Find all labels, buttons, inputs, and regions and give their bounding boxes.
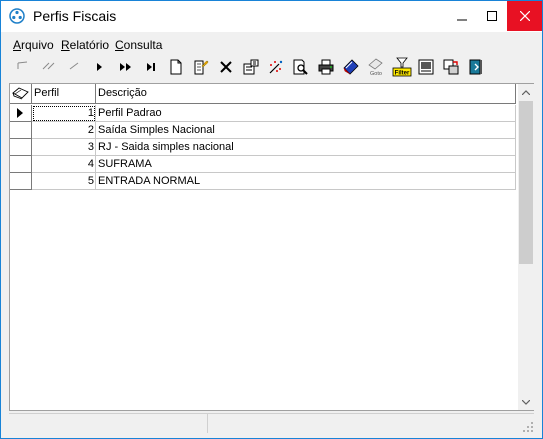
column-header-perfil[interactable]: Perfil xyxy=(32,84,96,103)
find-button[interactable] xyxy=(291,57,311,77)
properties-button[interactable] xyxy=(241,57,261,77)
current-row-arrow-icon xyxy=(17,108,23,118)
cell-perfil[interactable]: 3 xyxy=(32,139,96,156)
blue-book-icon xyxy=(343,59,359,75)
delete-x-icon xyxy=(220,61,232,73)
cell-perfil[interactable]: 2 xyxy=(32,122,96,139)
row-indicator[interactable] xyxy=(10,173,32,190)
title-bar[interactable]: Perfis Fiscais xyxy=(1,1,542,32)
goto-button[interactable]: Goto xyxy=(365,57,387,77)
menu-arquivo[interactable]: Arquivo xyxy=(13,38,54,52)
magnifier-document-icon xyxy=(293,59,308,75)
grid-header: Perfil Descrição xyxy=(10,84,516,104)
status-panel-1 xyxy=(9,413,208,433)
exit-button[interactable] xyxy=(466,57,486,77)
row-indicator[interactable] xyxy=(10,139,32,156)
blue-tag-button[interactable] xyxy=(341,57,361,77)
column-header-descricao[interactable]: Descrição xyxy=(96,84,516,103)
export-icon xyxy=(443,59,459,75)
minimize-icon xyxy=(457,19,467,21)
cell-descricao[interactable]: Saída Simples Nacional xyxy=(96,122,516,139)
cell-perfil[interactable]: 5 xyxy=(32,173,96,190)
row-indicator[interactable] xyxy=(10,105,32,122)
printer-icon xyxy=(318,59,334,75)
table-row[interactable]: 5 ENTRADA NORMAL xyxy=(10,173,516,190)
report-view-button[interactable] xyxy=(416,57,436,77)
next-record-icon xyxy=(97,63,102,71)
status-panel-2 xyxy=(208,413,534,433)
chevron-up-icon xyxy=(522,89,530,95)
menu-bar: Arquivo Relatório Consulta xyxy=(1,32,542,54)
cell-perfil[interactable]: 1 xyxy=(32,105,96,122)
next-page-button[interactable] xyxy=(116,57,136,77)
status-bar xyxy=(9,413,534,433)
prior-page-icon xyxy=(42,62,55,70)
filter-button[interactable]: Filter xyxy=(391,57,413,77)
scroll-up-button[interactable] xyxy=(518,84,534,100)
minimize-button[interactable] xyxy=(447,1,477,31)
prior-record-button[interactable] xyxy=(64,57,84,77)
goto-label: Goto xyxy=(370,71,382,77)
edit-document-icon xyxy=(194,60,209,75)
grid-corner[interactable] xyxy=(10,84,32,103)
export-button[interactable] xyxy=(441,57,461,77)
maximize-button[interactable] xyxy=(477,1,507,31)
report-view-icon xyxy=(418,59,434,75)
prior-page-button[interactable] xyxy=(39,57,59,77)
menu-relatorio-accel: R xyxy=(61,38,70,52)
menu-consulta[interactable]: Consulta xyxy=(115,38,162,52)
prior-record-icon xyxy=(69,62,79,70)
cell-perfil[interactable]: 4 xyxy=(32,156,96,173)
book-icon xyxy=(12,87,29,100)
next-record-button[interactable] xyxy=(90,57,110,77)
close-icon xyxy=(519,11,530,21)
row-indicator[interactable] xyxy=(10,122,32,139)
last-record-button[interactable] xyxy=(141,57,161,77)
scroll-down-button[interactable] xyxy=(518,394,534,410)
table-row[interactable]: 3 RJ - Saida simples nacional xyxy=(10,139,516,156)
exit-door-icon xyxy=(469,59,482,75)
menu-relatorio[interactable]: Relatório xyxy=(61,38,109,52)
filter-icon: Filter xyxy=(392,57,412,77)
first-record-icon xyxy=(17,61,28,69)
perfis-grid[interactable]: Perfil Descrição 1 Perfil Padrao 2 Saída Si… xyxy=(9,83,534,411)
goto-icon: Goto xyxy=(368,58,383,77)
clear-filter-button[interactable] xyxy=(266,57,286,77)
table-row[interactable]: 1 Perfil Padrao xyxy=(10,105,516,122)
menu-consulta-label: onsulta xyxy=(123,38,163,52)
new-page-icon xyxy=(170,59,182,75)
menu-arquivo-label: rquivo xyxy=(21,38,54,52)
new-record-button[interactable] xyxy=(166,57,186,77)
chevron-down-icon xyxy=(522,399,530,405)
edit-record-button[interactable] xyxy=(191,57,211,77)
vertical-scrollbar[interactable] xyxy=(518,84,534,410)
properties-icon xyxy=(243,59,259,75)
table-row[interactable]: 4 SUFRAMA xyxy=(10,156,516,173)
filter-label: Filter xyxy=(395,71,410,77)
magic-wand-icon xyxy=(269,60,283,74)
cell-descricao[interactable]: RJ - Saida simples nacional xyxy=(96,139,516,156)
maximize-icon xyxy=(487,11,497,21)
toolbar: Goto Filter xyxy=(1,54,542,79)
menu-relatorio-label: elatório xyxy=(69,38,110,52)
print-button[interactable] xyxy=(316,57,336,77)
cell-descricao[interactable]: Perfil Padrao xyxy=(96,105,516,122)
next-page-icon xyxy=(120,63,131,71)
scroll-thumb[interactable] xyxy=(519,101,533,264)
cell-descricao[interactable]: SUFRAMA xyxy=(96,156,516,173)
menu-arquivo-accel: A xyxy=(13,38,22,52)
window-title: Perfis Fiscais xyxy=(33,8,117,24)
perfis-fiscais-window: Perfis Fiscais Arquivo Relatório Consult… xyxy=(0,0,543,439)
first-record-button[interactable] xyxy=(13,57,33,77)
cell-descricao[interactable]: ENTRADA NORMAL xyxy=(96,173,516,190)
app-icon xyxy=(9,8,25,24)
resize-grip-icon[interactable] xyxy=(522,421,534,433)
close-button[interactable] xyxy=(507,1,542,31)
last-record-icon xyxy=(147,63,155,71)
row-indicator[interactable] xyxy=(10,156,32,173)
table-row[interactable]: 2 Saída Simples Nacional xyxy=(10,122,516,139)
delete-record-button[interactable] xyxy=(216,57,236,77)
menu-consulta-accel: C xyxy=(115,38,124,52)
